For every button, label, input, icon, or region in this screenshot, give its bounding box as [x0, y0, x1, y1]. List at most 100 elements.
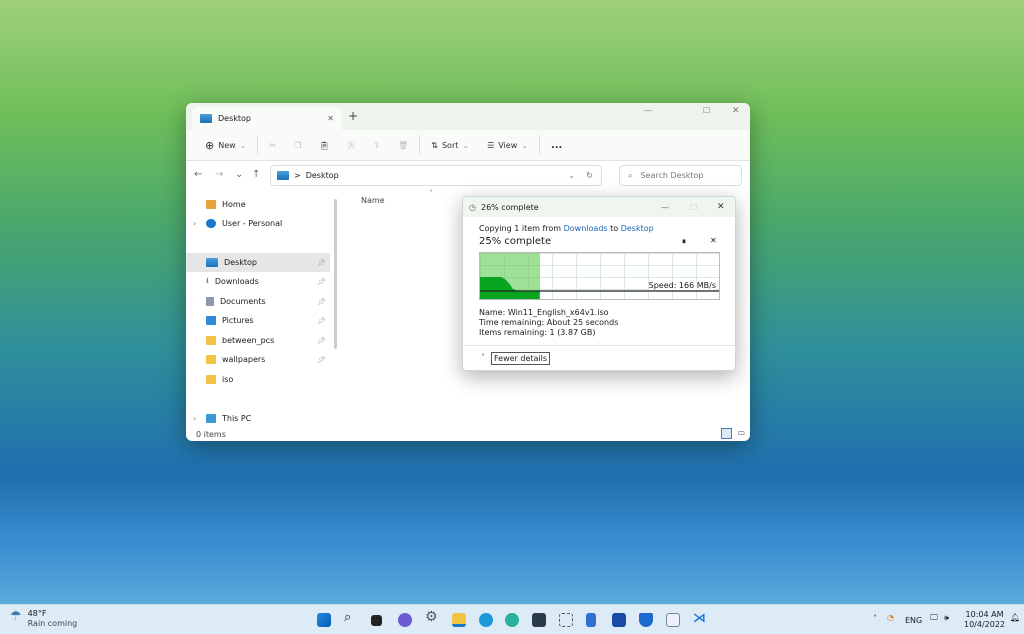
tray-app-icon[interactable]: ◔	[887, 613, 894, 622]
divider	[257, 135, 259, 155]
tiles-view-button[interactable]: ▭	[737, 428, 745, 437]
column-header-name[interactable]: Name	[361, 196, 385, 205]
start-icon[interactable]	[317, 613, 331, 627]
folder-icon	[206, 336, 216, 345]
chat-icon[interactable]	[398, 613, 412, 627]
file-name: Name: Win11_English_x64v1.iso	[479, 308, 609, 317]
edge-beta-icon[interactable]	[505, 613, 519, 627]
sidebar-scrollbar[interactable]	[334, 199, 337, 349]
performance-monitor-icon[interactable]	[666, 613, 680, 627]
chevron-right-icon[interactable]: ›	[193, 414, 196, 423]
rain-cloud-icon: ☂	[10, 609, 22, 624]
documents-icon	[206, 297, 214, 306]
rename-icon: Ⓐ	[347, 140, 356, 150]
language-indicator[interactable]: ENG	[905, 616, 922, 625]
new-tab-button[interactable]: +	[348, 109, 358, 123]
security-icon[interactable]	[639, 613, 653, 627]
refresh-icon[interactable]: ↻	[586, 171, 593, 180]
view-button[interactable]: ☰ View ⌄	[478, 133, 537, 157]
tab-title: Desktop	[218, 114, 251, 123]
sort-icon: ⇅	[431, 140, 438, 150]
share-button[interactable]: ⇪	[364, 133, 389, 157]
item-count: 0 items	[196, 429, 226, 439]
sidebar-item-wallpapers[interactable]: wallpapers 📌︎	[186, 350, 330, 369]
status-bar: 0 items ▭	[186, 427, 750, 441]
sidebar-item-downloads[interactable]: ⭳ Downloads 📌︎	[186, 272, 330, 291]
copy-button[interactable]: ❐	[285, 133, 310, 157]
close-button[interactable]: ✕	[717, 202, 725, 212]
settings-icon[interactable]: ⚙	[425, 609, 438, 625]
navigation-pane: Home › User - Personal Desktop 📌︎ ⭳ Downloa…	[186, 193, 332, 430]
volume-icon[interactable]: 🕪︎	[944, 613, 949, 623]
pc-icon	[206, 414, 216, 423]
sidebar-item-desktop[interactable]: Desktop 📌︎	[186, 253, 330, 272]
delete-button[interactable]: 🗑︎	[389, 133, 417, 157]
vscode-icon[interactable]: ⋊	[693, 611, 707, 626]
breadcrumb-desktop[interactable]: Desktop	[306, 171, 339, 180]
forward-button[interactable]: →	[215, 169, 223, 180]
sidebar-item-iso[interactable]: iso	[186, 370, 330, 389]
up-button[interactable]: ↑	[252, 169, 260, 180]
search-icon: ⌕	[628, 170, 633, 180]
details-view-button[interactable]	[721, 428, 732, 439]
minimize-button[interactable]: —	[644, 106, 652, 115]
divider	[419, 135, 421, 155]
chevron-up-icon: ˄	[481, 353, 485, 362]
task-view-icon[interactable]	[371, 615, 382, 626]
chevron-right-icon[interactable]: ›	[193, 219, 196, 228]
rename-button[interactable]: Ⓐ	[338, 133, 364, 157]
sidebar-label: User - Personal	[222, 219, 283, 228]
more-options-button[interactable]: ...	[542, 133, 571, 157]
cancel-button[interactable]: ✕	[710, 236, 717, 245]
sidebar-item-pictures[interactable]: Pictures 📌︎	[186, 311, 330, 330]
search-icon[interactable]: ⌕	[344, 610, 351, 625]
terminal-icon[interactable]	[532, 613, 546, 627]
view-icon: ☰	[487, 140, 495, 150]
new-button[interactable]: ⊕ New ⌄	[196, 133, 255, 157]
maximize-button[interactable]: ☐	[690, 203, 697, 212]
sidebar-item-documents[interactable]: Documents 📌︎	[186, 292, 330, 311]
snipping-tool-icon[interactable]	[559, 613, 573, 627]
show-hidden-icons[interactable]: ˄	[873, 614, 877, 623]
chevron-down-icon: ⌄	[462, 140, 470, 150]
sidebar-label: Downloads	[214, 277, 259, 286]
minimize-button[interactable]: —	[661, 203, 669, 212]
sidebar-label: Desktop	[224, 258, 257, 267]
sidebar-label: between_pcs	[222, 336, 275, 345]
network-icon[interactable]: 🖵︎	[930, 613, 938, 623]
destination-link[interactable]: Desktop	[621, 224, 654, 233]
address-bar[interactable]: > Desktop ⌄ ↻	[270, 165, 602, 186]
command-bar: ⊕ New ⌄ ✂ ❐ 📋︎ Ⓐ ⇪ 🗑︎ ⇅ Sort ⌄ ☰ View ⌄ ...	[186, 130, 750, 161]
sidebar-item-onedrive[interactable]: › User - Personal	[186, 214, 330, 233]
close-button[interactable]: ✕	[732, 106, 740, 116]
copy-prefix: Copying 1 item from	[479, 224, 562, 233]
sidebar-item-home[interactable]: Home	[186, 195, 330, 214]
sidebar-item-this-pc[interactable]: › This PC	[186, 409, 330, 428]
search-input[interactable]: ⌕ Search Desktop	[619, 165, 742, 186]
tab-desktop[interactable]: Desktop ✕	[192, 107, 342, 130]
notification-icon[interactable]: 🔔︎	[1010, 613, 1020, 622]
notepad-icon[interactable]	[586, 613, 596, 627]
pause-button[interactable]: ⏸︎	[682, 237, 686, 247]
sidebar-item-between-pcs[interactable]: between_pcs 📌︎	[186, 331, 330, 350]
file-explorer-icon[interactable]	[452, 613, 466, 627]
home-icon	[206, 200, 216, 209]
back-button[interactable]: ←	[194, 169, 202, 180]
close-tab-icon[interactable]: ✕	[327, 114, 334, 123]
cut-button[interactable]: ✂	[260, 133, 285, 157]
store-icon[interactable]	[612, 613, 626, 627]
clock[interactable]: 10:04 AM 10/4/2022	[964, 610, 1005, 630]
maximize-button[interactable]: ☐	[703, 106, 710, 115]
sort-ascending-icon: ˄	[429, 189, 433, 198]
sort-button[interactable]: ⇅ Sort ⌄	[422, 133, 478, 157]
weather-widget[interactable]: ☂ 48°F Rain coming	[10, 609, 77, 629]
edge-icon[interactable]	[479, 613, 493, 627]
address-dropdown-icon[interactable]: ⌄	[568, 171, 575, 180]
chevron-down-icon: ⌄	[521, 140, 528, 150]
share-icon: ⇪	[373, 140, 381, 150]
source-link[interactable]: Downloads	[564, 224, 608, 233]
sort-label: Sort	[441, 140, 459, 150]
paste-button[interactable]: 📋︎	[310, 133, 338, 157]
recent-locations-button[interactable]: ⌄	[235, 169, 243, 180]
fewer-details-button[interactable]: Fewer details	[491, 352, 551, 365]
